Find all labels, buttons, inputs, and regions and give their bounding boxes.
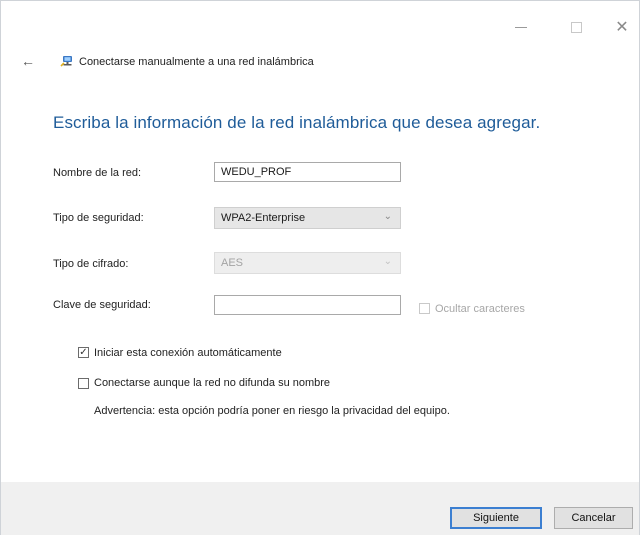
encryption-type-select: AES ⌄ bbox=[214, 252, 401, 274]
network-icon bbox=[60, 56, 72, 67]
next-button[interactable]: Siguiente bbox=[450, 507, 542, 529]
connect-hidden-label: Conectarse aunque la red no difunda su n… bbox=[94, 377, 331, 389]
network-name-field[interactable]: WEDU_PROF bbox=[214, 162, 401, 182]
auto-connect-label: Iniciar esta conexión automáticamente bbox=[94, 347, 282, 359]
back-arrow-icon[interactable]: ← bbox=[21, 53, 35, 69]
minimize-icon bbox=[515, 26, 527, 28]
hide-characters-checkbox bbox=[419, 303, 430, 314]
security-type-label: Tipo de seguridad: bbox=[53, 212, 144, 224]
window-title: Conectarse manualmente a una red inalámb… bbox=[79, 56, 314, 68]
maximize-icon bbox=[570, 21, 582, 33]
hide-characters-label: Ocultar caracteres bbox=[435, 303, 525, 315]
security-key-label: Clave de seguridad: bbox=[53, 299, 151, 311]
close-icon: ✕ bbox=[615, 19, 629, 36]
encryption-type-label: Tipo de cifrado: bbox=[53, 258, 129, 270]
page-heading: Escriba la información de la red inalámb… bbox=[53, 113, 541, 132]
security-type-select[interactable]: WPA2-Enterprise ⌄ bbox=[214, 207, 401, 229]
auto-connect-checkbox[interactable]: ✓ bbox=[78, 347, 89, 358]
dialog-footer bbox=[1, 482, 639, 535]
minimize-button[interactable] bbox=[501, 15, 541, 39]
cancel-button[interactable]: Cancelar bbox=[554, 507, 633, 529]
maximize-button bbox=[556, 15, 596, 39]
chevron-down-icon: ⌄ bbox=[383, 256, 392, 267]
chevron-down-icon: ⌄ bbox=[383, 211, 392, 222]
connect-hidden-checkbox[interactable] bbox=[78, 378, 89, 389]
network-name-label: Nombre de la red: bbox=[53, 167, 142, 179]
close-button[interactable]: ✕ bbox=[602, 15, 641, 39]
checkmark-icon: ✓ bbox=[79, 347, 88, 358]
privacy-warning: Advertencia: esta opción podría poner en… bbox=[94, 405, 450, 417]
security-type-value: WPA2-Enterprise bbox=[221, 212, 306, 224]
dialog-window: ✕ ← Conectarse manualmente a una red ina… bbox=[0, 0, 640, 535]
security-key-field[interactable] bbox=[214, 295, 401, 315]
encryption-type-value: AES bbox=[221, 257, 244, 269]
